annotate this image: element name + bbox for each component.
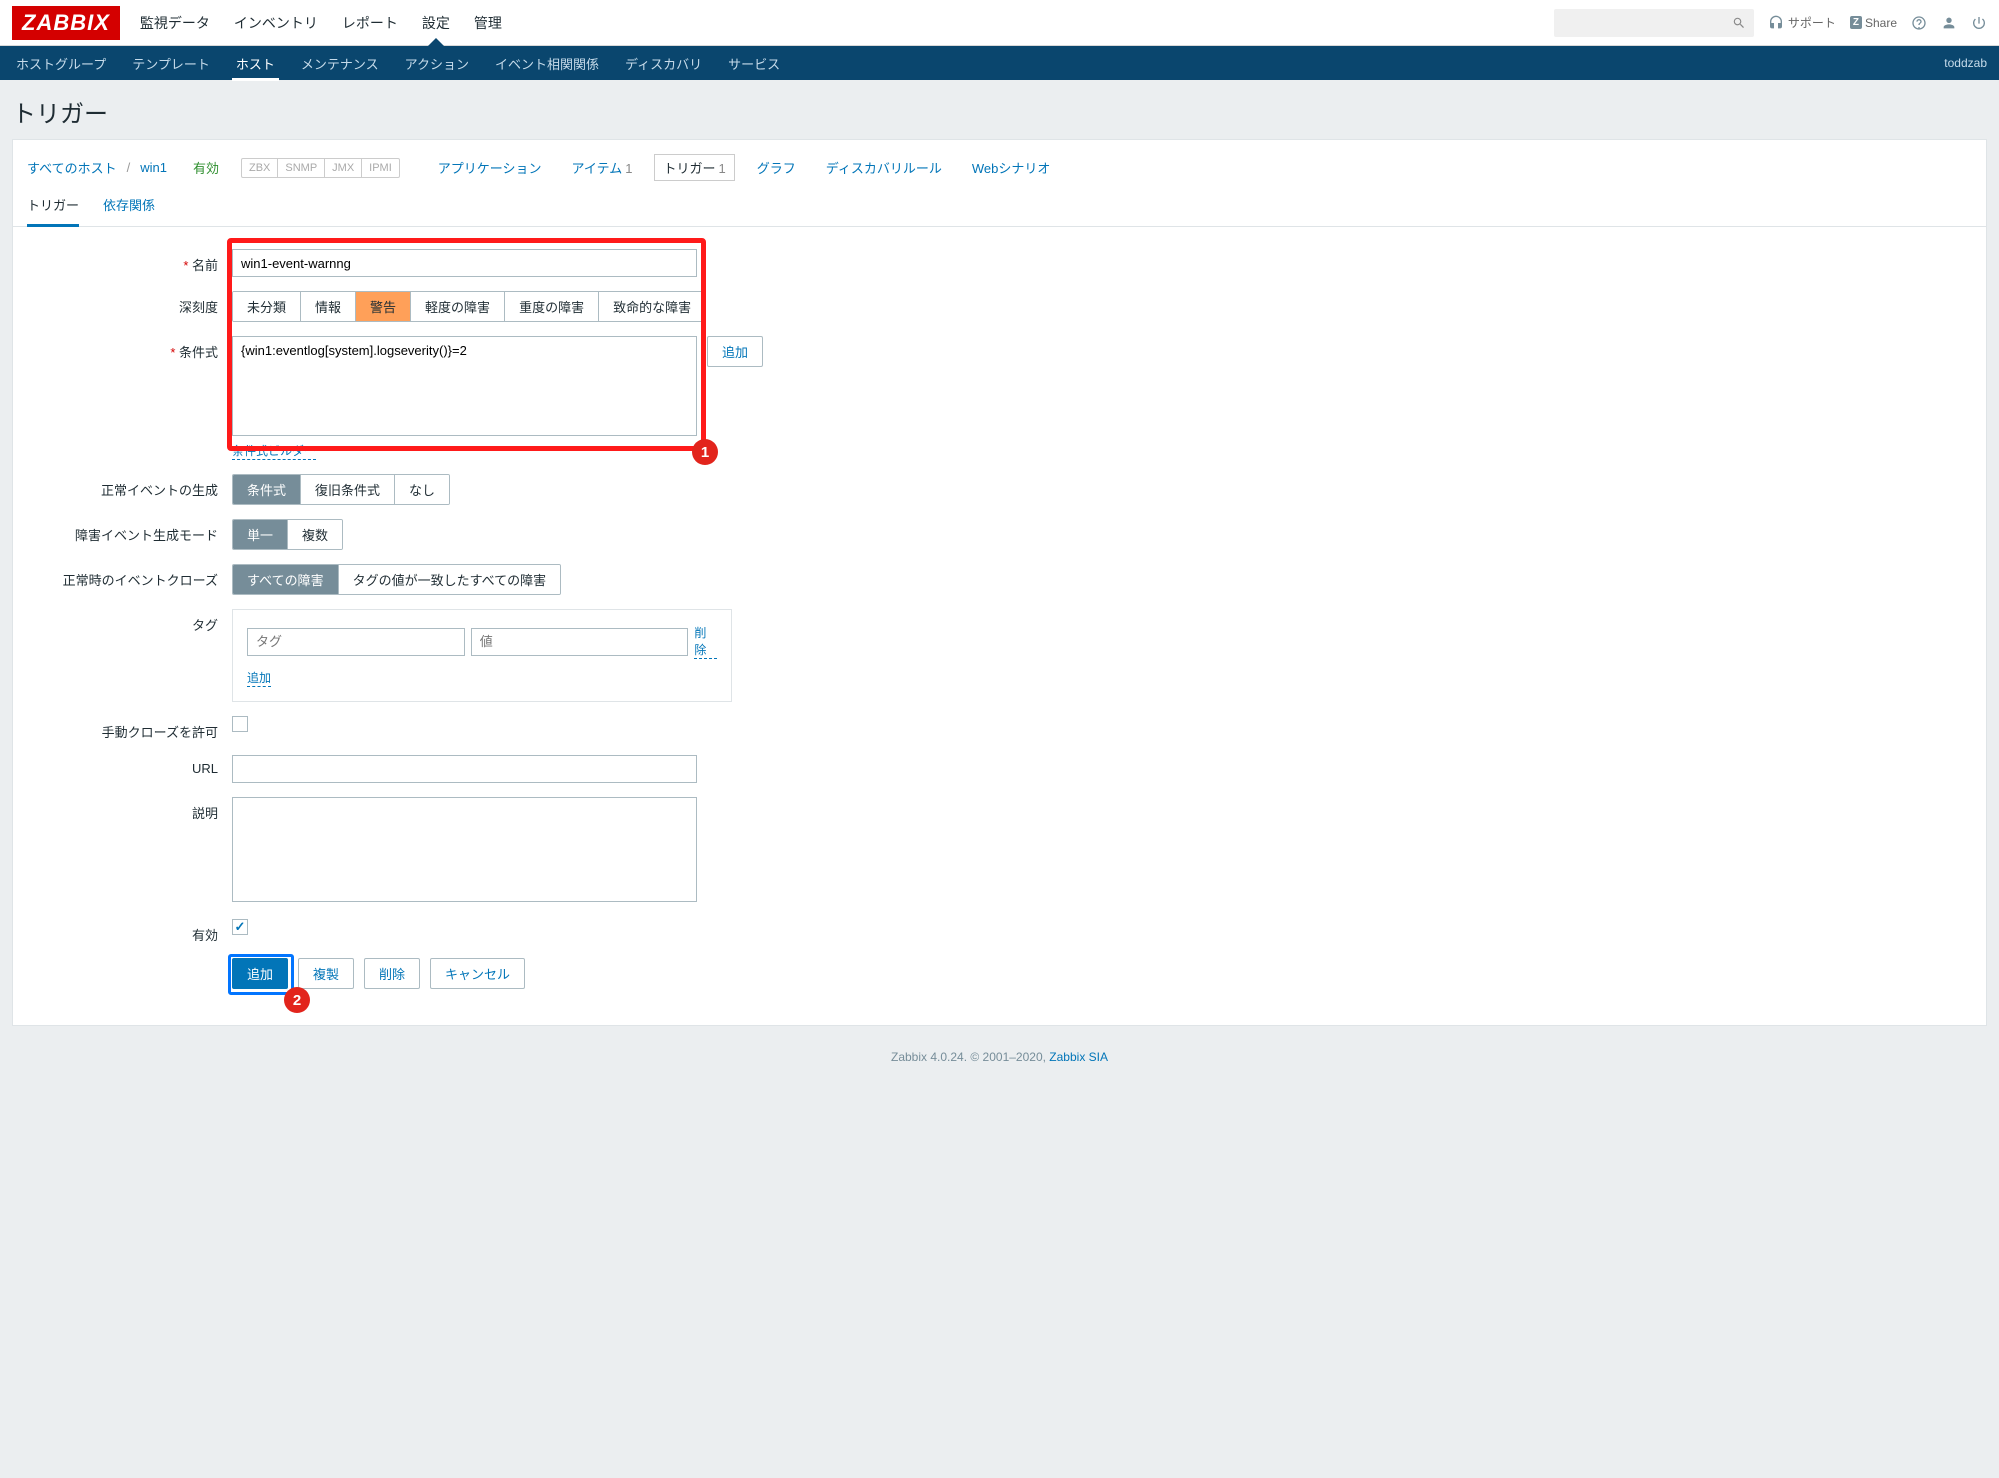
- label-ok-generation: 正常イベントの生成: [27, 474, 232, 499]
- name-input[interactable]: [232, 249, 697, 277]
- subnav-item[interactable]: テンプレート: [128, 46, 214, 81]
- host-tab[interactable]: トリガー1: [654, 154, 734, 181]
- clone-button[interactable]: 複製: [298, 958, 354, 989]
- tag-name-input[interactable]: [247, 628, 465, 656]
- share-link[interactable]: Z Share: [1850, 16, 1897, 30]
- okclose-option[interactable]: すべての障害: [233, 565, 339, 594]
- interface-indicator: IPMI: [362, 159, 399, 177]
- probmode-option[interactable]: 複数: [288, 520, 342, 549]
- manual-close-checkbox[interactable]: [232, 716, 248, 732]
- delete-button[interactable]: 削除: [364, 958, 420, 989]
- host-status-enabled: 有効: [193, 158, 219, 177]
- host-tab[interactable]: アイテム1: [564, 155, 641, 180]
- topnav-item[interactable]: 設定: [420, 1, 452, 45]
- user-link[interactable]: [1941, 15, 1957, 31]
- label-ok-close: 正常時のイベントクローズ: [27, 564, 232, 589]
- description-textarea[interactable]: [232, 797, 697, 902]
- annotation-badge-2: 2: [284, 987, 310, 1013]
- subnav-item[interactable]: イベント相関関係: [491, 46, 603, 81]
- subnav-item[interactable]: ホストグループ: [12, 46, 110, 81]
- label-description: 説明: [27, 797, 232, 822]
- severity-option[interactable]: 致命的な障害: [599, 292, 705, 321]
- cancel-button[interactable]: キャンセル: [430, 958, 525, 989]
- current-user: toddzab: [1944, 56, 1987, 70]
- topnav-item[interactable]: 監視データ: [138, 1, 212, 45]
- url-input[interactable]: [232, 755, 697, 783]
- label-severity: 深刻度: [27, 291, 232, 316]
- search-input-wrapper[interactable]: [1554, 9, 1754, 37]
- probmode-option[interactable]: 単一: [233, 520, 288, 549]
- severity-option[interactable]: 重度の障害: [505, 292, 599, 321]
- label-tags: タグ: [27, 609, 232, 634]
- subnav-item[interactable]: ホスト: [232, 46, 279, 81]
- topnav-item[interactable]: インベントリ: [232, 1, 320, 45]
- interface-indicator: SNMP: [278, 159, 325, 177]
- host-tab[interactable]: グラフ: [749, 155, 804, 180]
- user-icon: [1941, 15, 1957, 31]
- severity-option[interactable]: 情報: [301, 292, 356, 321]
- severity-option[interactable]: 未分類: [233, 292, 301, 321]
- tag-value-input[interactable]: [471, 628, 689, 656]
- tag-remove-link[interactable]: 削除: [694, 624, 717, 659]
- okgen-option[interactable]: 復旧条件式: [301, 475, 395, 504]
- form-tab[interactable]: 依存関係: [103, 195, 155, 226]
- interface-indicator: ZBX: [242, 159, 278, 177]
- subnav-item[interactable]: アクション: [401, 46, 473, 81]
- headset-icon: [1768, 15, 1784, 31]
- label-manual-close: 手動クローズを許可: [27, 716, 232, 741]
- page-title: トリガー: [12, 94, 1987, 129]
- subnav-item[interactable]: ディスカバリ: [621, 46, 706, 81]
- tag-add-link[interactable]: 追加: [247, 669, 271, 687]
- topnav-item[interactable]: 管理: [472, 1, 504, 45]
- interface-indicator: JMX: [325, 159, 362, 177]
- label-name: 名前: [27, 249, 232, 274]
- add-button[interactable]: 追加: [232, 958, 288, 989]
- power-icon: [1971, 15, 1987, 31]
- okgen-option[interactable]: なし: [395, 475, 449, 504]
- logout-link[interactable]: [1971, 15, 1987, 31]
- z-badge-icon: Z: [1850, 16, 1862, 29]
- logo[interactable]: ZABBIX: [12, 6, 120, 40]
- enabled-checkbox[interactable]: [232, 919, 248, 935]
- subnav-item[interactable]: サービス: [724, 46, 784, 81]
- okclose-option[interactable]: タグの値が一致したすべての障害: [339, 565, 561, 594]
- search-icon: [1732, 16, 1746, 30]
- severity-option[interactable]: 軽度の障害: [411, 292, 505, 321]
- question-icon: [1911, 15, 1927, 31]
- subnav-item[interactable]: メンテナンス: [297, 46, 383, 81]
- label-problem-mode: 障害イベント生成モード: [27, 519, 232, 544]
- footer: Zabbix 4.0.24. © 2001–2020, Zabbix SIA: [0, 1026, 1999, 1088]
- help-link[interactable]: [1911, 15, 1927, 31]
- support-link[interactable]: サポート: [1768, 14, 1836, 31]
- host-tab[interactable]: アプリケーション: [430, 155, 550, 180]
- okgen-option[interactable]: 条件式: [233, 475, 301, 504]
- host-tab[interactable]: Webシナリオ: [964, 155, 1059, 180]
- expression-builder-link[interactable]: 条件式ビルダー: [232, 442, 316, 460]
- severity-option[interactable]: 警告: [356, 292, 411, 321]
- topnav-item[interactable]: レポート: [340, 1, 400, 45]
- footer-link[interactable]: Zabbix SIA: [1049, 1050, 1108, 1064]
- host-tab[interactable]: ディスカバリルール: [818, 155, 950, 180]
- label-url: URL: [27, 755, 232, 776]
- label-expression: 条件式: [27, 336, 232, 361]
- breadcrumb-all-hosts[interactable]: すべてのホスト: [27, 158, 117, 177]
- breadcrumb-separator: /: [127, 160, 131, 175]
- expression-textarea[interactable]: {win1:eventlog[system].logseverity()}=2: [232, 336, 697, 436]
- breadcrumb-host[interactable]: win1: [140, 160, 167, 175]
- expression-add-button[interactable]: 追加: [707, 336, 763, 367]
- form-tab[interactable]: トリガー: [27, 195, 79, 227]
- label-enabled: 有効: [27, 919, 232, 944]
